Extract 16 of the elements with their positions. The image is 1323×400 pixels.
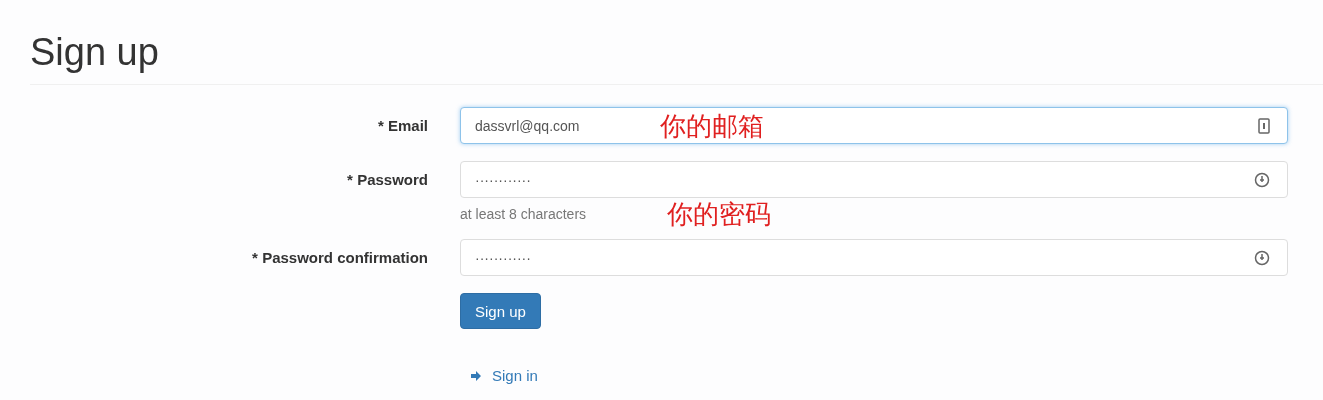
required-mark: * [252, 249, 259, 266]
input-field[interactable]: ············ [460, 161, 1288, 198]
sign-in-icon [470, 368, 484, 383]
required-mark: * [377, 117, 385, 134]
id-card-icon [1258, 118, 1270, 134]
annotation: 你的密码 [667, 198, 771, 231]
help-text: at least 8 characters [460, 206, 587, 222]
sign-up-button[interactable]: Sign up [460, 293, 541, 329]
label-text: Password [357, 171, 428, 188]
page-title: Sign up [29, 30, 160, 74]
label-text: Email [387, 117, 428, 134]
sign-in-link[interactable]: Sign in [470, 367, 538, 384]
required-mark: * [347, 171, 354, 188]
label-text: Password confirmation [262, 249, 428, 266]
input-field[interactable]: ············ [460, 239, 1288, 276]
annotation: 你的邮箱 [660, 110, 764, 143]
